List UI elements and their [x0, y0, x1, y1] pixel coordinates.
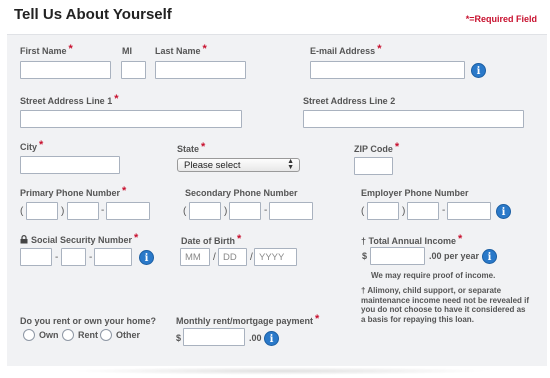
payment-suffix: .00 [249, 333, 262, 343]
income-label: † Total Annual Income * [361, 233, 463, 246]
secondary-phone-label: Secondary Phone Number [185, 188, 298, 198]
info-icon[interactable]: i [139, 250, 154, 265]
last-name-input[interactable] [155, 61, 246, 79]
primary-phone-close-paren: ) [61, 206, 65, 217]
state-select-value: Please select [184, 160, 241, 171]
street2-input[interactable] [303, 110, 524, 128]
info-icon[interactable]: i [264, 331, 279, 346]
income-suffix: .00 per year [429, 251, 480, 261]
radio-own-label: Own [39, 330, 59, 340]
dob-slash-2: / [250, 252, 253, 263]
ssn-part3-input[interactable] [94, 248, 132, 266]
street2-label: Street Address Line 2 [303, 96, 396, 106]
first-name-input[interactable] [20, 61, 111, 79]
radio-own[interactable] [23, 329, 35, 341]
dob-slash-1: / [213, 252, 216, 263]
ssn-dash-1: - [55, 252, 59, 263]
email-label: E-mail Address * [310, 43, 382, 56]
info-icon[interactable]: i [482, 249, 497, 264]
last-name-label: Last Name * [155, 43, 207, 56]
payment-currency: $ [176, 333, 182, 343]
panel-shadow [70, 367, 490, 375]
mi-label: MI [122, 46, 132, 56]
secondary-phone-close-paren: ) [224, 206, 228, 217]
email-input[interactable] [310, 61, 465, 79]
street1-label: Street Address Line 1 * [20, 93, 119, 106]
page-title: Tell Us About Yourself [14, 6, 172, 23]
info-icon[interactable]: i [496, 204, 511, 219]
employer-phone-dash: - [442, 205, 446, 216]
primary-phone-area-input[interactable] [26, 202, 58, 220]
primary-phone-open-paren: ( [20, 206, 24, 217]
secondary-phone-dash: - [264, 205, 268, 216]
select-arrows-icon: ▲ ▼ [287, 158, 294, 171]
employer-phone-label: Employer Phone Number [361, 188, 469, 198]
zip-label: ZIP Code * [354, 141, 400, 154]
info-icon[interactable]: i [471, 63, 486, 78]
street1-input[interactable] [20, 110, 242, 128]
income-currency: $ [362, 251, 368, 261]
dob-year-input[interactable]: YYYY [254, 248, 297, 266]
dob-day-input[interactable]: DD [218, 248, 247, 266]
zip-input[interactable] [354, 157, 393, 175]
ssn-label: Social Security Number * [20, 232, 138, 246]
city-input[interactable] [20, 156, 120, 174]
employer-phone-close-paren: ) [402, 206, 406, 217]
required-field-note: *=Required Field [465, 14, 537, 24]
dob-month-input[interactable]: MM [180, 248, 210, 266]
income-input[interactable] [370, 247, 425, 265]
radio-rent[interactable] [62, 329, 74, 341]
radio-rent-label: Rent [78, 330, 98, 340]
proof-note: We may require proof of income. [371, 271, 496, 280]
city-label: City * [20, 139, 44, 152]
radio-other[interactable] [100, 329, 112, 341]
employer-phone-prefix-input[interactable] [407, 202, 439, 220]
lock-icon [20, 235, 28, 244]
employer-phone-open-paren: ( [361, 206, 365, 217]
primary-phone-dash: - [101, 205, 105, 216]
primary-phone-label: Primary Phone Number * [20, 185, 127, 198]
payment-label: Monthly rent/mortgage payment * [176, 313, 320, 326]
primary-phone-line-input[interactable] [106, 202, 150, 220]
secondary-phone-prefix-input[interactable] [229, 202, 261, 220]
ssn-dash-2: - [89, 252, 93, 263]
dob-label: Date of Birth * [181, 233, 242, 246]
state-label: State * [177, 141, 206, 154]
alimony-note: † Alimony, child support, or separate ma… [361, 286, 530, 324]
rent-own-label: Do you rent or own your home? [20, 316, 157, 326]
primary-phone-prefix-input[interactable] [67, 202, 99, 220]
ssn-part2-input[interactable] [61, 248, 86, 266]
first-name-label: First Name * [20, 43, 73, 56]
secondary-phone-area-input[interactable] [189, 202, 221, 220]
state-select[interactable]: Please select ▲ ▼ [177, 158, 300, 172]
ssn-part1-input[interactable] [20, 248, 52, 266]
payment-input[interactable] [183, 328, 245, 346]
radio-other-label: Other [116, 330, 141, 340]
employer-phone-line-input[interactable] [447, 202, 491, 220]
mi-input[interactable] [121, 61, 146, 79]
secondary-phone-open-paren: ( [183, 206, 187, 217]
secondary-phone-line-input[interactable] [269, 202, 313, 220]
employer-phone-area-input[interactable] [367, 202, 399, 220]
